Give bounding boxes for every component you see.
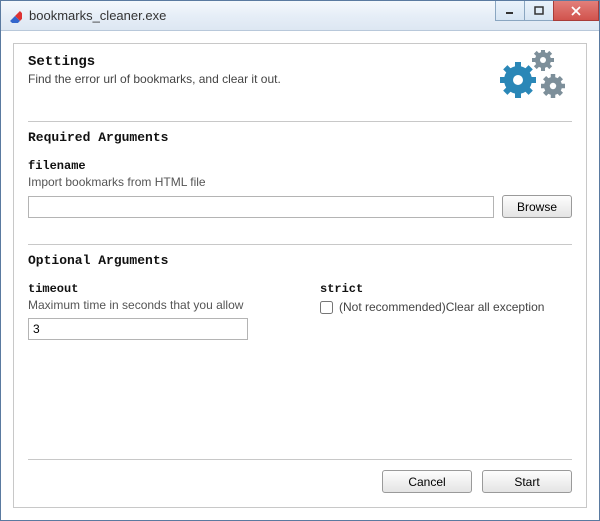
footer: Cancel Start xyxy=(28,459,572,493)
start-button[interactable]: Start xyxy=(482,470,572,493)
required-section-title: Required Arguments xyxy=(28,130,572,145)
strict-check-label: (Not recommended)Clear all exception xyxy=(339,300,544,314)
gears-icon xyxy=(498,50,568,109)
filename-input[interactable] xyxy=(28,196,494,218)
app-window: bookmarks_cleaner.exe Settings Find the … xyxy=(0,0,600,521)
maximize-button[interactable] xyxy=(524,1,554,21)
page-subtitle: Find the error url of bookmarks, and cle… xyxy=(28,72,281,86)
content-area: Settings Find the error url of bookmarks… xyxy=(1,31,599,520)
timeout-desc: Maximum time in seconds that you allow xyxy=(28,298,280,312)
timeout-label: timeout xyxy=(28,282,280,296)
app-icon xyxy=(7,8,23,24)
cancel-button[interactable]: Cancel xyxy=(382,470,472,493)
panel-header: Settings Find the error url of bookmarks… xyxy=(28,54,572,121)
window-title: bookmarks_cleaner.exe xyxy=(29,8,496,23)
optional-section: Optional Arguments timeout Maximum time … xyxy=(28,244,572,352)
timeout-input[interactable] xyxy=(28,318,248,340)
window-controls xyxy=(496,1,599,30)
required-section: Required Arguments filename Import bookm… xyxy=(28,121,572,244)
timeout-field: timeout Maximum time in seconds that you… xyxy=(28,282,280,340)
titlebar[interactable]: bookmarks_cleaner.exe xyxy=(1,1,599,31)
filename-desc: Import bookmarks from HTML file xyxy=(28,175,572,189)
optional-section-title: Optional Arguments xyxy=(28,253,572,268)
filename-label: filename xyxy=(28,159,572,173)
strict-field: strict (Not recommended)Clear all except… xyxy=(320,282,572,340)
close-button[interactable] xyxy=(553,1,599,21)
strict-label: strict xyxy=(320,282,572,296)
browse-button[interactable]: Browse xyxy=(502,195,572,218)
minimize-button[interactable] xyxy=(495,1,525,21)
strict-checkbox[interactable] xyxy=(320,301,333,314)
main-panel: Settings Find the error url of bookmarks… xyxy=(13,43,587,508)
page-title: Settings xyxy=(28,54,281,70)
